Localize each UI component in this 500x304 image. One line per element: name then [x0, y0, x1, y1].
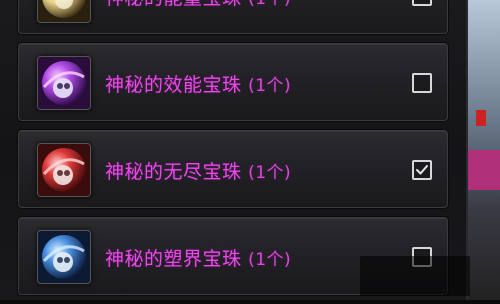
item-name: 神秘的无尽宝珠 — [105, 161, 242, 183]
background-detail — [468, 150, 500, 190]
background-scene — [468, 0, 500, 300]
item-name: 神秘的能量宝珠 — [105, 0, 242, 9]
item-select-panel: 神秘的能量宝珠 (1个) — [0, 0, 468, 300]
item-label: 神秘的无尽宝珠 (1个) — [105, 157, 291, 184]
item-checkbox[interactable] — [412, 73, 432, 93]
item-label: 神秘的能量宝珠 (1个) — [105, 0, 291, 10]
item-label: 神秘的塑界宝珠 (1个) — [105, 244, 291, 271]
red-orb-icon — [37, 143, 91, 197]
item-name: 神秘的效能宝珠 — [105, 74, 242, 96]
item-label: 神秘的效能宝珠 (1个) — [105, 70, 291, 97]
item-count: (1个) — [248, 250, 292, 270]
checkmark-icon — [416, 165, 428, 175]
list-item-orb-2[interactable]: 神秘的无尽宝珠 (1个) — [18, 130, 448, 208]
item-count: (1个) — [248, 163, 292, 183]
list-item-orb-1[interactable]: 神秘的效能宝珠 (1个) — [18, 43, 448, 121]
violet-orb-icon — [37, 56, 91, 110]
background-detail — [476, 110, 486, 126]
item-checkbox[interactable] — [412, 160, 432, 180]
blue-orb-icon — [37, 230, 91, 284]
gold-orb-icon — [37, 0, 91, 23]
item-count: (1个) — [248, 0, 291, 9]
item-name: 神秘的塑界宝珠 — [105, 248, 242, 270]
item-count: (1个) — [248, 76, 292, 96]
list-item-orb-0[interactable]: 神秘的能量宝珠 (1个) — [18, 0, 448, 34]
item-checkbox[interactable] — [412, 0, 432, 6]
background-overlay — [360, 256, 470, 296]
